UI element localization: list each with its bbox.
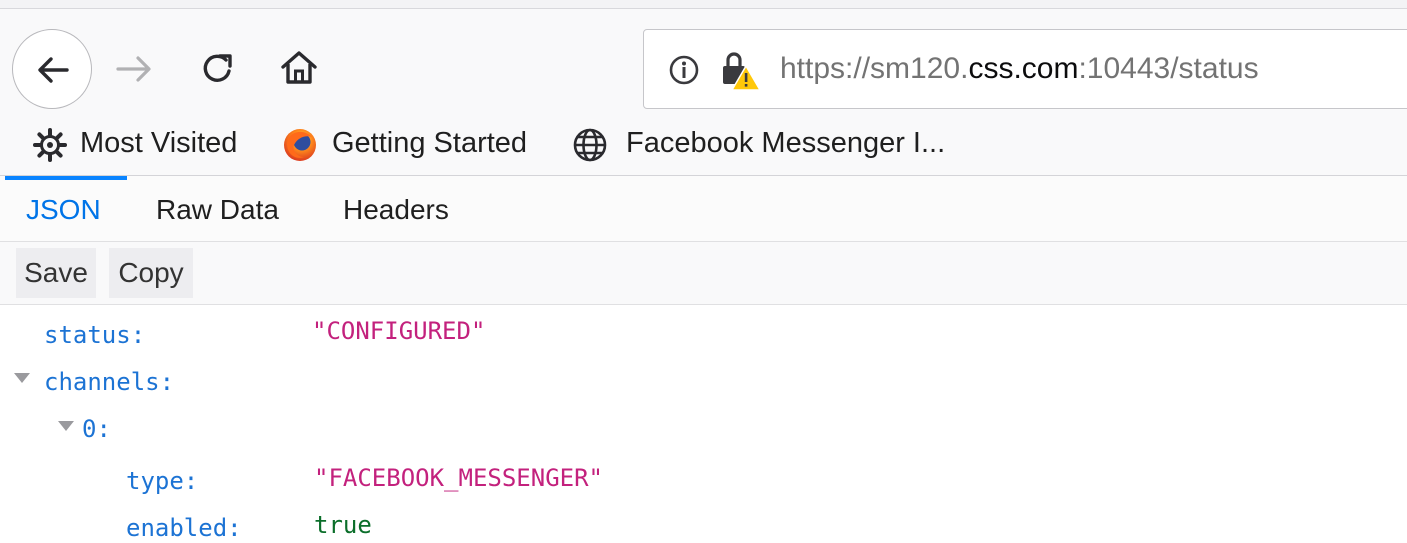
bookmarks-toolbar: Most Visited Getting Started Facebook Me… [0, 115, 1407, 175]
bookmark-label: Getting Started [332, 127, 528, 159]
info-icon[interactable] [668, 54, 700, 86]
json-key-enabled: enabled: [126, 514, 242, 542]
globe-icon [573, 128, 607, 162]
bookmark-label: Facebook Messenger I... [626, 127, 946, 159]
json-value-status: "CONFIGURED" [312, 317, 486, 345]
url-prefix: https://sm120. [780, 52, 969, 85]
url-suffix: :10443/status [1078, 52, 1259, 85]
json-tree: status: "CONFIGURED" channels: 0: type: … [0, 305, 1407, 543]
copy-button[interactable]: Copy [109, 248, 193, 298]
reload-button[interactable] [196, 47, 240, 91]
expand-toggle-icon[interactable] [12, 371, 32, 385]
back-arrow-icon [38, 57, 69, 83]
active-tab-indicator [5, 176, 127, 180]
save-button[interactable]: Save [16, 248, 96, 298]
json-key-index-0[interactable]: 0: [82, 415, 111, 443]
json-value-type: "FACEBOOK_MESSENGER" [314, 464, 603, 492]
json-key-channels[interactable]: channels: [44, 368, 174, 396]
bookmark-most-visited[interactable]: Most Visited [32, 127, 252, 163]
url-host: css.com [968, 52, 1079, 85]
home-button[interactable] [276, 45, 322, 91]
address-bar[interactable]: https://sm120.css.com:10443/status [643, 29, 1407, 109]
tab-json[interactable]: JSON [26, 194, 101, 226]
tab-headers[interactable]: Headers [343, 194, 449, 226]
back-button[interactable] [12, 29, 92, 109]
json-key-type: type: [126, 467, 199, 495]
gear-icon [33, 128, 67, 162]
reload-icon [203, 54, 231, 82]
viewer-toolbar [0, 242, 1407, 305]
expand-toggle-icon[interactable] [56, 419, 76, 433]
bookmark-label: Most Visited [80, 127, 238, 159]
tab-raw-data[interactable]: Raw Data [156, 194, 279, 226]
json-value-enabled: true [314, 511, 372, 539]
navigation-toolbar: https://sm120.css.com:10443/status [0, 9, 1407, 115]
bookmark-getting-started[interactable]: Getting Started [282, 127, 544, 163]
forward-button[interactable] [112, 47, 156, 91]
firefox-icon [284, 129, 316, 161]
tab-strip-edge [0, 0, 1407, 9]
url-text[interactable]: https://sm120.css.com:10443/status [780, 52, 1259, 86]
json-key-status: status: [44, 321, 146, 349]
forward-arrow-icon [116, 56, 151, 82]
insecure-lock-icon[interactable] [718, 48, 762, 92]
bookmark-facebook-messenger[interactable]: Facebook Messenger I... [572, 127, 952, 163]
